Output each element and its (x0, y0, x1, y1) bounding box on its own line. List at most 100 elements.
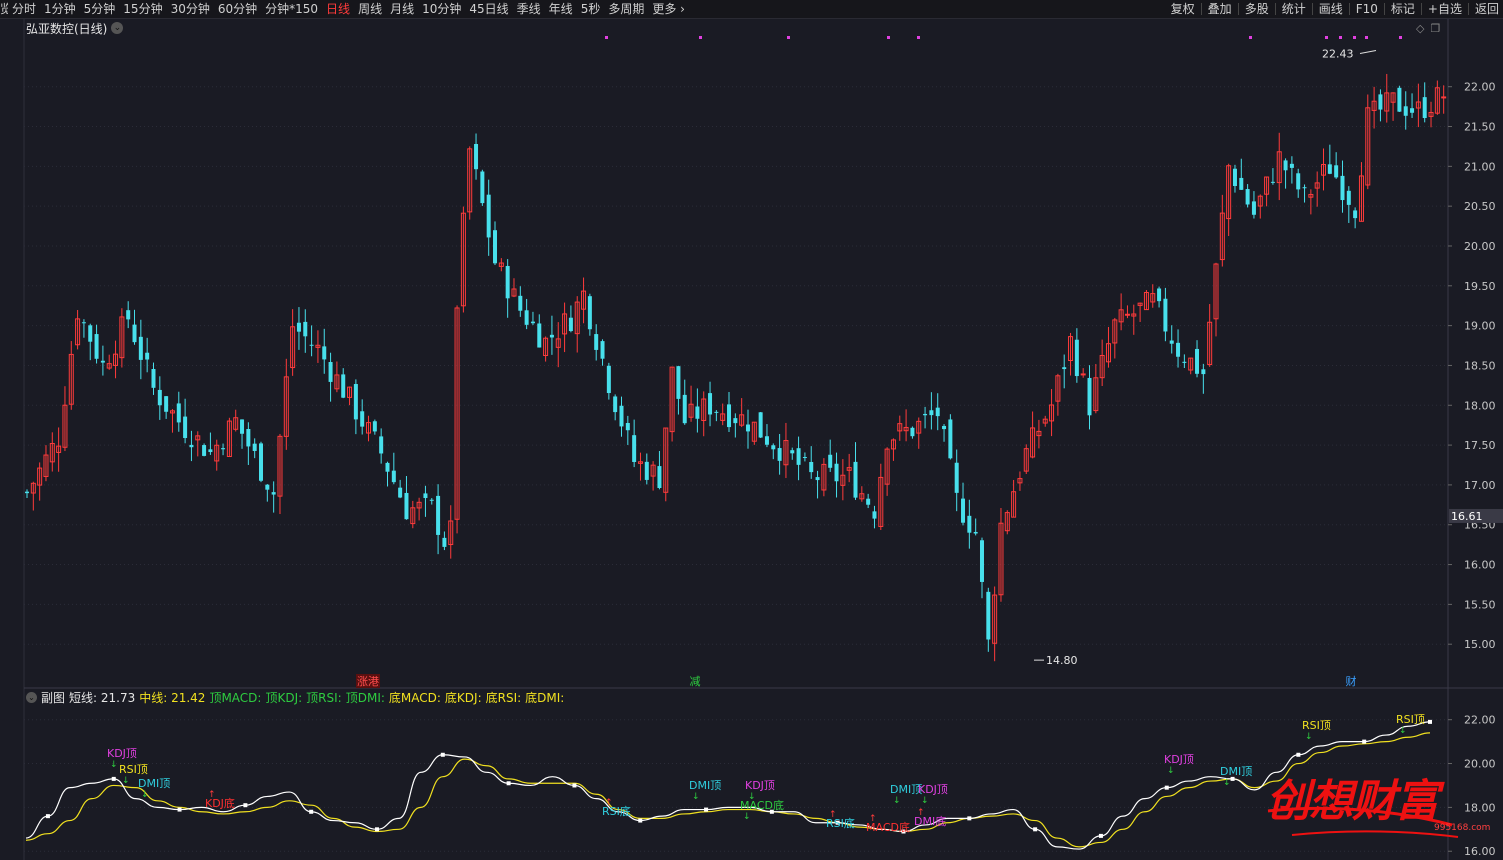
tool-button[interactable]: 统计 (1278, 0, 1310, 18)
low-price-label: 14.80 (1046, 654, 1078, 667)
period-tab[interactable]: 45日线 (465, 0, 512, 18)
candle-body (929, 410, 934, 416)
short-line-point (309, 809, 314, 814)
candle-body (1441, 96, 1447, 99)
candle-body (549, 334, 554, 338)
signal-arrow-icon: ↓ (921, 796, 929, 806)
price-axis-label: 18.00 (1464, 399, 1496, 412)
signal-dot (1365, 36, 1368, 39)
tool-button[interactable]: 叠加 (1204, 0, 1236, 18)
candle-body (88, 325, 93, 342)
candle-body (613, 396, 618, 413)
price-axis-label: 16.00 (1464, 559, 1496, 572)
candle-body (1346, 190, 1351, 205)
period-tab[interactable]: 年线 (545, 0, 577, 18)
event-marker: 减 (690, 675, 701, 688)
candle-body (853, 461, 858, 498)
signal-arrow-icon: ↑ (605, 798, 613, 808)
signal-label: MACD底 (740, 798, 784, 812)
candle-body (265, 484, 270, 490)
candle-body (372, 421, 377, 432)
toolbar-divider (1311, 3, 1313, 15)
period-tab[interactable]: 周线 (354, 0, 386, 18)
price-axis-label: 15.00 (1464, 638, 1496, 651)
candle-body (138, 336, 143, 360)
candle-body (1410, 108, 1415, 113)
sub-chart-name[interactable]: 副图 (41, 689, 65, 706)
candle-body (429, 499, 434, 501)
period-tab[interactable]: 15分钟 (119, 0, 166, 18)
candle-body (961, 498, 966, 523)
candle-body (1403, 106, 1408, 116)
period-tab[interactable]: 30分钟 (167, 0, 214, 18)
current-price-label: 16.61 (1451, 510, 1483, 523)
signal-arrow-icon: ↓ (893, 796, 901, 806)
tool-button[interactable]: F10 (1352, 0, 1382, 18)
candle-body (1080, 373, 1086, 376)
candle-body (632, 435, 637, 462)
tool-button[interactable]: 画线 (1315, 0, 1347, 18)
signal-dot (1339, 36, 1342, 39)
candle-body (322, 346, 327, 360)
short-line-point (1164, 785, 1169, 790)
price-axis-label: 17.00 (1464, 479, 1496, 492)
price-axis-label: 18.50 (1464, 359, 1496, 372)
signal-label: KDJ顶 (1164, 753, 1194, 766)
period-tab[interactable]: 分钟*150 (261, 0, 322, 18)
candle-body (1327, 164, 1332, 174)
candle-body (771, 445, 776, 450)
period-tab[interactable]: 更多 › (648, 0, 689, 18)
signal-arrow-icon: ↓ (1305, 732, 1313, 742)
toolbar-divider (1348, 3, 1350, 15)
candle-body (657, 466, 662, 489)
window-restore-icon[interactable]: ❐ (1430, 22, 1440, 35)
period-tab[interactable]: 日线 (322, 0, 354, 18)
short-line-point (1362, 739, 1367, 744)
signal-dot (605, 36, 608, 39)
tool-button[interactable]: 标记 (1387, 0, 1419, 18)
candle-body (423, 493, 428, 499)
watermark-text: 创想财富 (1266, 776, 1439, 827)
period-tab[interactable]: 季线 (513, 0, 545, 18)
period-tab[interactable]: 1分钟 (40, 0, 80, 18)
signal-label: RSI顶 (1302, 719, 1331, 732)
short-line-point (375, 827, 379, 832)
sub-legend-item: 顶MACD: (209, 690, 262, 705)
period-tab[interactable]: 5分钟 (80, 0, 120, 18)
chart-title[interactable]: 弘亚数控(日线) ⌄ (26, 20, 124, 36)
candle-body (164, 396, 169, 412)
candle-body (202, 445, 207, 456)
signal-dot (1249, 36, 1252, 39)
chart-canvas[interactable]: 22.00 21.50 21.00 20.50 20.00 19.50 19.00 18.50… (0, 19, 1503, 860)
candle-body (942, 425, 947, 430)
candle-body (1176, 342, 1181, 357)
period-tab[interactable]: 多周期 (604, 0, 648, 18)
candle-body (815, 477, 820, 481)
short-line-point (572, 783, 577, 788)
tool-button[interactable]: 复权 (1167, 0, 1199, 18)
event-marker: 财 (1346, 674, 1357, 688)
tool-button[interactable]: 返回 (1471, 0, 1503, 18)
diamond-icon[interactable]: ◇ (1416, 22, 1424, 35)
period-tab[interactable]: 览 (0, 0, 8, 18)
candle-body (714, 411, 719, 413)
candle-body (1157, 288, 1162, 302)
tool-button[interactable]: 多股 (1241, 0, 1273, 18)
candle-body (733, 418, 738, 424)
period-tab[interactable]: 10分钟 (418, 0, 465, 18)
period-tab[interactable]: 60分钟 (214, 0, 261, 18)
period-tab[interactable]: 月线 (386, 0, 418, 18)
candle-body (790, 450, 795, 454)
title-dropdown-icon[interactable]: ⌄ (111, 22, 124, 34)
sub-chart-dropdown-icon[interactable]: ⌄ (26, 691, 37, 703)
candle-body (954, 462, 959, 493)
candle-body (979, 540, 984, 582)
candle-body (1340, 175, 1345, 201)
period-tab[interactable]: 分时 (8, 0, 40, 18)
period-tab[interactable]: 5秒 (577, 0, 605, 18)
short-line-point (177, 807, 182, 812)
tool-button[interactable]: +自选 (1424, 0, 1466, 18)
candle-body (1302, 187, 1307, 189)
candle-body (81, 322, 86, 324)
candle-body (1289, 163, 1294, 168)
